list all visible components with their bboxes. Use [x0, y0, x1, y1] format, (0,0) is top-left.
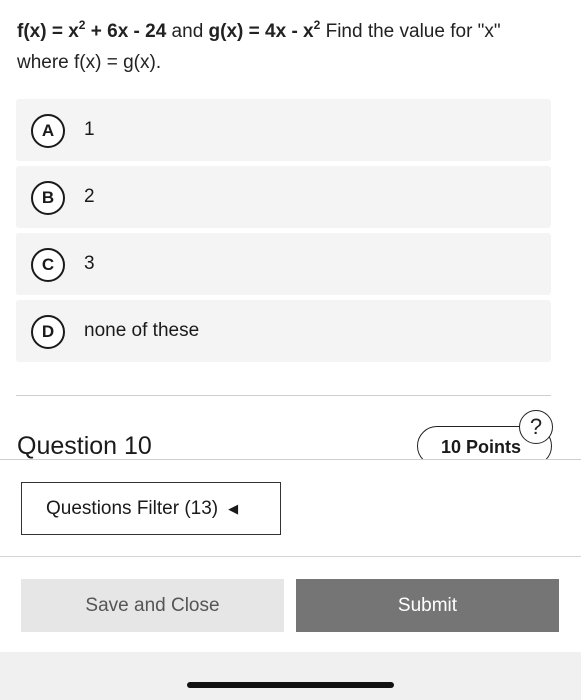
question-title: Question 10: [17, 432, 152, 460]
answer-options: A 1 B 2 C 3 D none of these: [16, 99, 551, 367]
option-label-d: none of these: [84, 320, 200, 341]
option-b[interactable]: B 2: [16, 166, 551, 228]
option-a[interactable]: A 1: [16, 99, 551, 161]
toolbar-divider: [0, 556, 581, 557]
option-c[interactable]: C 3: [16, 233, 551, 295]
points-label: 10 Points: [441, 437, 522, 457]
caret-left-icon: ◀: [228, 500, 239, 516]
save-and-close-button[interactable]: Save and Close: [21, 579, 284, 632]
g-definition: g(x) = 4x - x2: [208, 17, 321, 42]
home-indicator[interactable]: [187, 682, 394, 688]
option-d[interactable]: D none of these: [16, 300, 551, 362]
question-text: f(x) = x2 + 6x - 24 and g(x) = 4x - x2 F…: [17, 16, 557, 78]
option-letter-c: C: [31, 248, 65, 282]
submit-button[interactable]: Submit: [296, 579, 559, 632]
option-letter-a: A: [31, 114, 65, 148]
questions-filter-label: Questions Filter (13): [46, 497, 219, 519]
and-word: and: [166, 21, 209, 42]
home-bar-area: [0, 652, 581, 700]
section-divider: [16, 395, 551, 396]
option-label-b: 2: [84, 186, 95, 207]
option-letter-b: B: [31, 181, 65, 215]
question-mark-icon[interactable]: ?: [519, 410, 553, 444]
option-label-c: 3: [84, 253, 95, 274]
option-letter-d: D: [31, 315, 65, 349]
f-definition: f(x) = x2 + 6x - 24: [17, 17, 167, 42]
questions-filter-button[interactable]: Questions Filter (13) ◀: [21, 482, 281, 535]
option-label-a: 1: [84, 119, 95, 140]
